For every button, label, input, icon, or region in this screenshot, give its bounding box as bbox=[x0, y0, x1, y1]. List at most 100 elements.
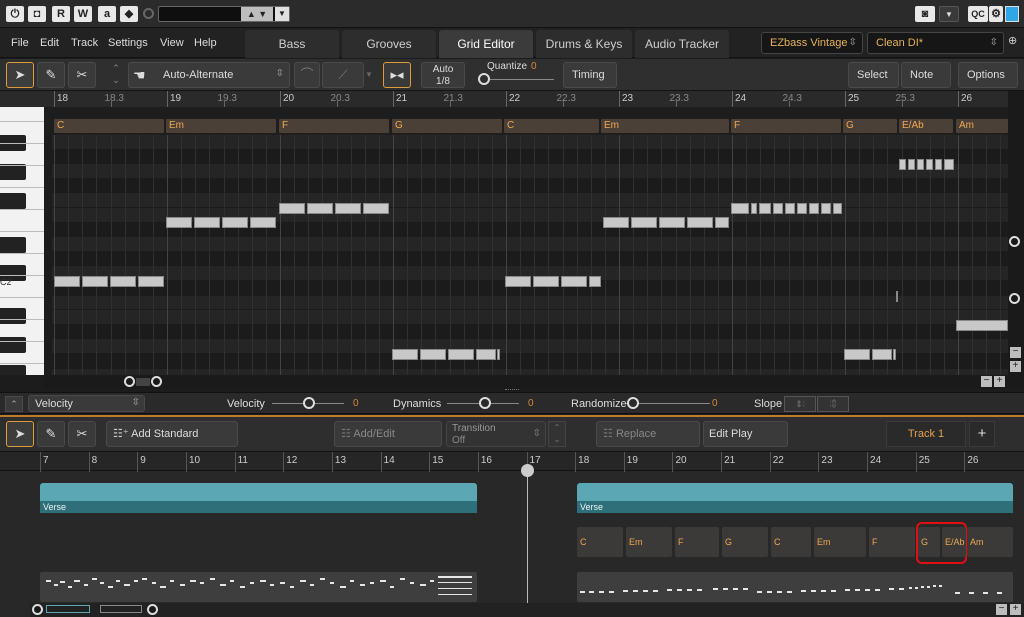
menu-file[interactable]: File bbox=[11, 37, 29, 49]
piano-black-key[interactable] bbox=[0, 365, 26, 375]
collapse-up-icon[interactable]: ⌃ bbox=[5, 396, 23, 412]
midi-note[interactable] bbox=[448, 349, 474, 360]
cut-tool-button[interactable]: ✂ bbox=[68, 62, 96, 88]
midi-note[interactable] bbox=[809, 203, 819, 214]
link-button[interactable]: ◆ bbox=[120, 6, 138, 22]
midi-note[interactable] bbox=[54, 276, 80, 287]
chord-block[interactable]: Am bbox=[956, 119, 1008, 133]
piano-keyboard[interactable] bbox=[0, 107, 44, 375]
chord-block[interactable]: G bbox=[843, 119, 897, 133]
replace-midi-button[interactable]: ☷ Replace MIDI... bbox=[596, 421, 700, 464]
midi-note[interactable] bbox=[505, 276, 531, 287]
song-part-verse-1[interactable]: Verse bbox=[40, 483, 477, 513]
vertical-zoom-top-knob[interactable] bbox=[1009, 236, 1020, 247]
add-track-button[interactable]: + bbox=[969, 421, 995, 447]
camera-icon[interactable]: ◙ bbox=[915, 6, 935, 22]
track-name-field[interactable]: Track 1 bbox=[886, 421, 966, 447]
zoom-out-button[interactable]: − bbox=[981, 376, 992, 387]
piano-black-key[interactable] bbox=[0, 308, 26, 324]
chord-block[interactable]: Em bbox=[166, 119, 276, 133]
song-zoom-out-button[interactable]: − bbox=[996, 604, 1007, 615]
chord-block[interactable]: E/Ab bbox=[899, 119, 953, 133]
midi-note[interactable] bbox=[926, 159, 933, 170]
velocity-slider-knob[interactable] bbox=[303, 397, 315, 409]
midi-note[interactable] bbox=[363, 203, 389, 214]
timing-button[interactable]: Timing ≫ bbox=[563, 62, 617, 105]
midi-note[interactable] bbox=[533, 276, 559, 287]
tab-grooves[interactable]: Grooves bbox=[342, 30, 436, 58]
note-grid[interactable] bbox=[52, 135, 1008, 375]
song-chord-block[interactable]: C bbox=[577, 527, 623, 557]
power-icon[interactable]: ⏻ bbox=[6, 6, 24, 22]
song-cut-tool-button[interactable]: ✂ bbox=[68, 421, 96, 447]
vertical-zoom-in-button[interactable]: + bbox=[1010, 361, 1021, 372]
midi-clip-2[interactable] bbox=[577, 572, 1013, 602]
dynamics-slider-knob[interactable] bbox=[479, 397, 491, 409]
song-position-field[interactable]: ▲ ▼ ▼ bbox=[158, 6, 290, 22]
dropdown-arrow-icon[interactable]: ▼ bbox=[939, 6, 959, 22]
chevron-down-icon[interactable]: ▼ bbox=[365, 62, 379, 88]
midi-note[interactable] bbox=[166, 217, 192, 228]
midi-note[interactable] bbox=[82, 276, 108, 287]
playhead-handle[interactable] bbox=[521, 464, 534, 477]
midi-note[interactable] bbox=[833, 203, 842, 214]
select-menu-button[interactable]: Select ▼ bbox=[848, 62, 899, 104]
zoom-right-knob[interactable] bbox=[151, 376, 162, 387]
song-ruler[interactable]: 7 8 9 10 11 12 13 14 15 16 17 18 19 20 21 22 23 24 25 26 bbox=[0, 451, 1024, 472]
chord-block[interactable]: C bbox=[54, 119, 164, 133]
settings-icon[interactable]: ⚙ bbox=[989, 6, 1003, 22]
quantize-slider-knob[interactable] bbox=[478, 73, 490, 85]
song-chord-block[interactable]: G bbox=[918, 527, 940, 557]
draw-tool-button[interactable]: ✎ bbox=[37, 62, 65, 88]
midi-note[interactable] bbox=[935, 159, 942, 170]
menu-settings[interactable]: Settings bbox=[108, 37, 148, 49]
midi-note[interactable] bbox=[956, 320, 1008, 331]
vertical-zoom-out-button[interactable]: − bbox=[1010, 347, 1021, 358]
piano-black-key[interactable] bbox=[0, 164, 26, 180]
midi-note[interactable] bbox=[497, 349, 500, 360]
piano-black-key[interactable] bbox=[0, 237, 26, 253]
midi-note[interactable] bbox=[893, 349, 896, 360]
playhead-line[interactable] bbox=[527, 465, 528, 605]
add-standard-groove-button[interactable]: ☷⁺ Add Standard Groove bbox=[106, 421, 238, 464]
menu-edit[interactable]: Edit bbox=[40, 37, 59, 49]
midi-note[interactable] bbox=[335, 203, 361, 214]
zoom-in-button[interactable]: + bbox=[994, 376, 1005, 387]
lane-select[interactable]: Velocity ⇳ bbox=[28, 395, 145, 412]
slide-tool-button[interactable]: ⟋ bbox=[322, 62, 364, 88]
read-button[interactable]: R bbox=[52, 6, 70, 22]
scroll-thumb[interactable] bbox=[136, 378, 150, 386]
midi-note[interactable] bbox=[687, 217, 713, 228]
midi-note[interactable] bbox=[603, 217, 629, 228]
bend-tool-button[interactable]: ⌒ bbox=[294, 62, 320, 88]
midi-note[interactable] bbox=[899, 159, 906, 170]
transition-select[interactable]: Transition Off ⇳ bbox=[446, 421, 546, 447]
song-chord-block[interactable]: Em bbox=[626, 527, 672, 557]
midi-note[interactable] bbox=[279, 203, 305, 214]
midi-note[interactable] bbox=[944, 159, 954, 170]
add-edit-chords-button[interactable]: ☷ Add/Edit Chords bbox=[334, 421, 442, 464]
song-chord-block[interactable]: F bbox=[869, 527, 915, 557]
song-chord-block[interactable]: E/Ab bbox=[942, 527, 966, 557]
song-chord-block[interactable]: G bbox=[722, 527, 768, 557]
note-menu-button[interactable]: Note ▼ bbox=[901, 62, 951, 104]
horizontal-scroll[interactable]: − + bbox=[44, 375, 1008, 389]
song-chord-block[interactable]: Em bbox=[814, 527, 866, 557]
tab-drums-keys[interactable]: Drums & Keys bbox=[536, 30, 632, 58]
song-select-tool-button[interactable]: ➤ bbox=[6, 421, 34, 447]
midi-note[interactable] bbox=[715, 217, 729, 228]
fit-zoom-button[interactable]: ▸◂ bbox=[383, 62, 411, 88]
chord-block[interactable]: G bbox=[392, 119, 502, 133]
midi-note[interactable] bbox=[476, 349, 496, 360]
midi-note[interactable] bbox=[631, 217, 657, 228]
piano-black-key[interactable] bbox=[0, 337, 26, 353]
midi-note[interactable] bbox=[908, 159, 915, 170]
midi-note[interactable] bbox=[222, 217, 248, 228]
song-chord-block[interactable]: C bbox=[771, 527, 811, 557]
stop-button[interactable]: ◘ bbox=[28, 6, 46, 22]
song-zoom-left-knob[interactable] bbox=[32, 604, 43, 615]
chord-block[interactable]: F bbox=[731, 119, 841, 133]
menu-help[interactable]: Help bbox=[194, 37, 217, 49]
song-horizontal-scroll[interactable]: − + bbox=[30, 603, 1024, 617]
song-part-verse-2[interactable]: Verse bbox=[577, 483, 1013, 513]
